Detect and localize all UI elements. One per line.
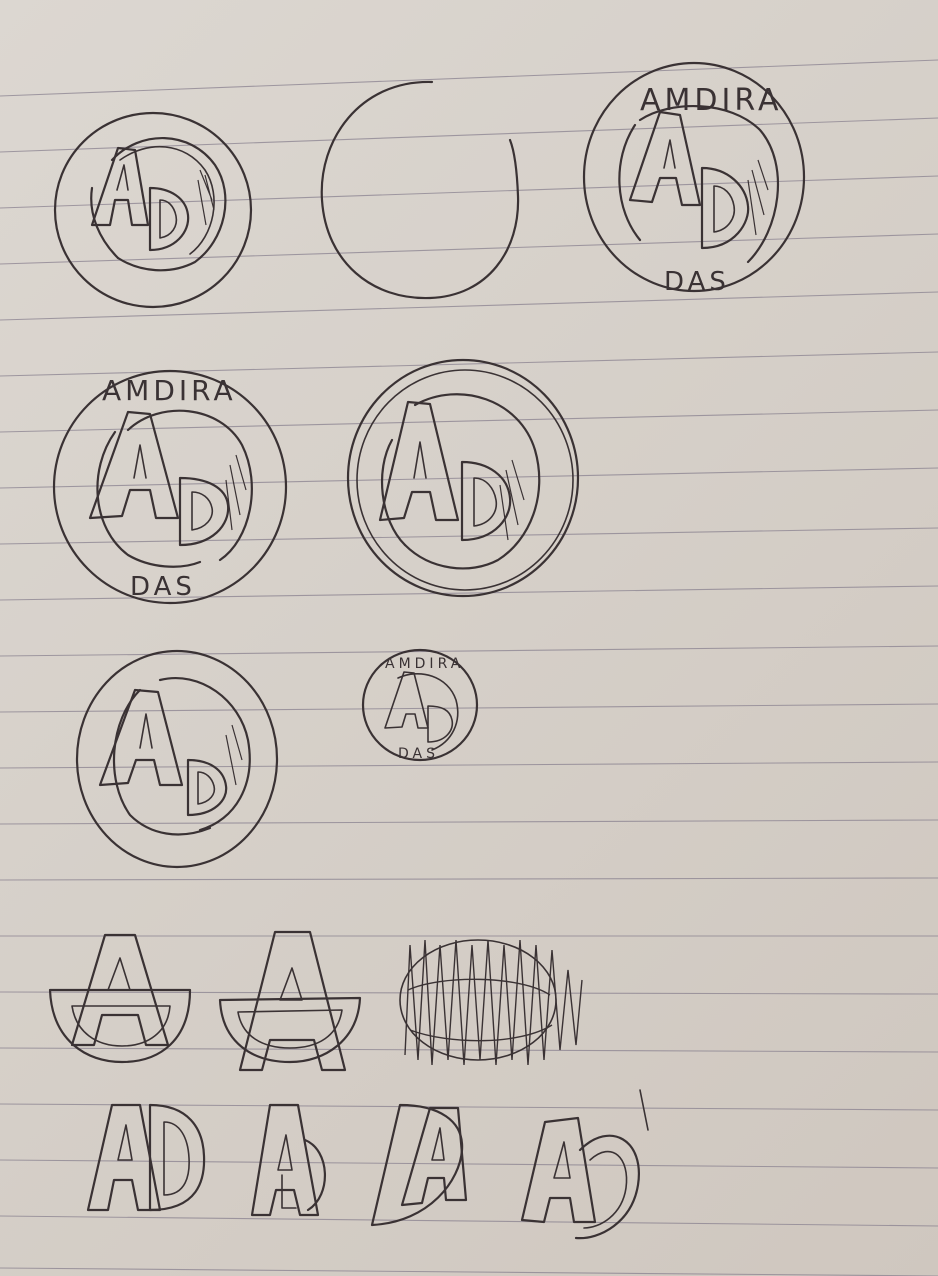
name-text-small: AMDIRA	[385, 656, 464, 672]
sketch-circle-ad-name-2: AMDIRA DAS	[52, 369, 288, 605]
surname-text-middle-left: DAS	[130, 572, 196, 602]
ruled-lines	[0, 59, 938, 1276]
sketch-ad-plain	[86, 1103, 206, 1212]
sketch-circle-ad-2	[75, 649, 279, 869]
sketch-circle-ad-name-1: AMDIRA DAS	[582, 61, 806, 297]
surname-text-top-right: DAS	[664, 267, 730, 297]
sketch-a-bowl-1	[48, 933, 192, 1064]
sketch-circle-ad-1	[53, 111, 253, 309]
sketch-a-with-d	[250, 1103, 326, 1217]
sketch-scribbled-out	[399, 939, 583, 1066]
sketch-canvas: AMDIRA DAS AMDIRA DAS AMDIRA DAS	[0, 59, 938, 1276]
surname-text-small: DAS	[398, 746, 439, 762]
sketch-circle-ad-double-ring	[346, 358, 580, 598]
sketch-empty-circle	[320, 80, 520, 300]
sketch-circle-ad-small: AMDIRA DAS	[361, 648, 479, 762]
sketch-d-a-overlap	[370, 1103, 468, 1227]
name-text-middle-left: AMDIRA	[102, 374, 237, 407]
name-text-top-right: AMDIRA	[640, 83, 783, 118]
notebook-page: AMDIRA DAS AMDIRA DAS AMDIRA DAS	[0, 0, 938, 1276]
